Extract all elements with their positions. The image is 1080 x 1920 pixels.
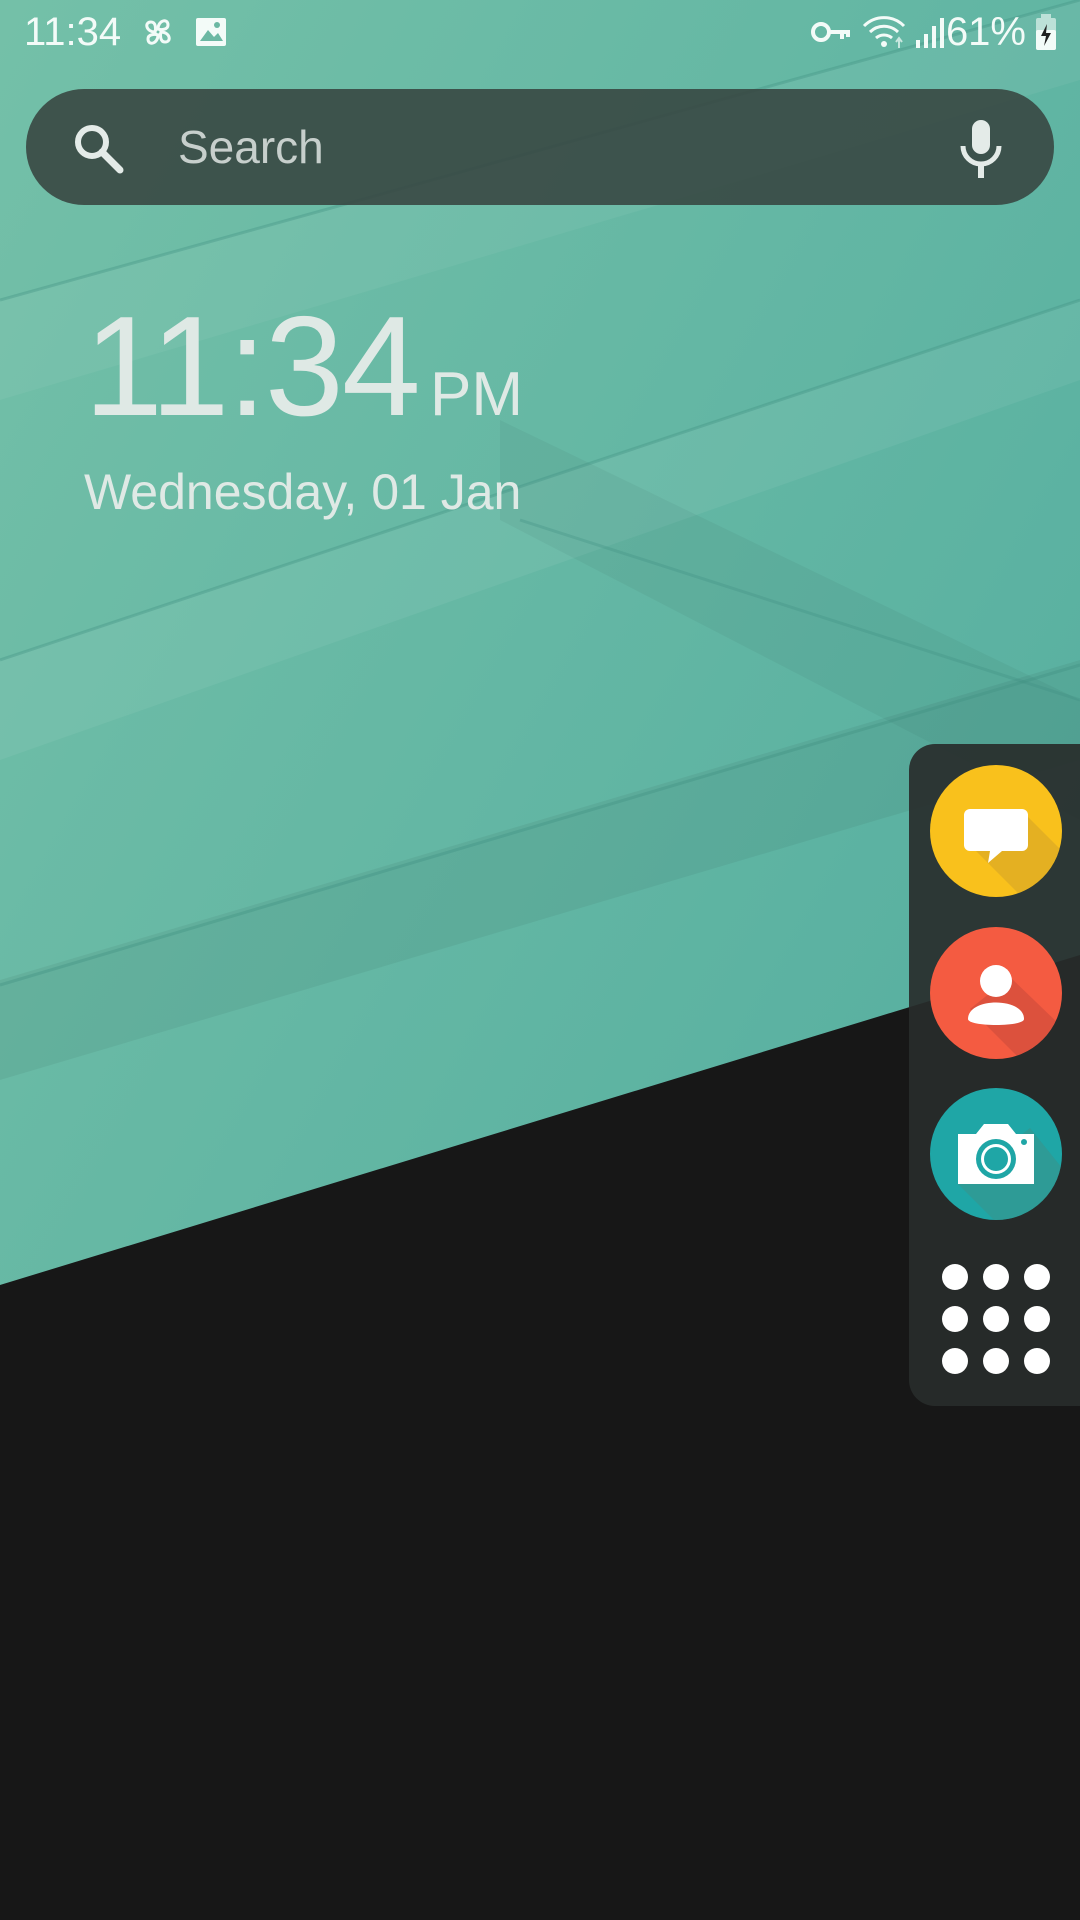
wifi-icon (862, 16, 906, 48)
contacts-app-button[interactable] (930, 927, 1062, 1059)
search-placeholder[interactable]: Search (178, 118, 324, 176)
status-bar: 11:34 61% (0, 0, 1080, 64)
camera-app-button[interactable] (930, 1088, 1062, 1220)
contact-icon (968, 965, 1062, 1059)
camera-icon (958, 1124, 1062, 1220)
search-icon[interactable] (70, 120, 126, 176)
message-icon (964, 809, 1062, 897)
app-drawer-button[interactable] (930, 1256, 1062, 1388)
battery-icon (1036, 14, 1056, 50)
image-icon (196, 18, 226, 46)
vpn-key-icon (811, 22, 850, 42)
battery-percentage: 61% (945, 10, 1026, 54)
pinwheel-icon (145, 19, 171, 45)
home-screen: 11:34 61% Search 11:34 PM Wednesday, 01 … (0, 0, 1080, 1920)
clock-time[interactable]: 11:34 (84, 292, 421, 442)
status-time: 11:34 (24, 10, 122, 54)
mic-icon[interactable] (956, 118, 1006, 180)
app-grid-icon (930, 1256, 1062, 1388)
clock-date[interactable]: Wednesday, 01 Jan (84, 462, 521, 522)
clock-ampm: PM (430, 360, 523, 429)
messages-app-button[interactable] (930, 765, 1062, 897)
